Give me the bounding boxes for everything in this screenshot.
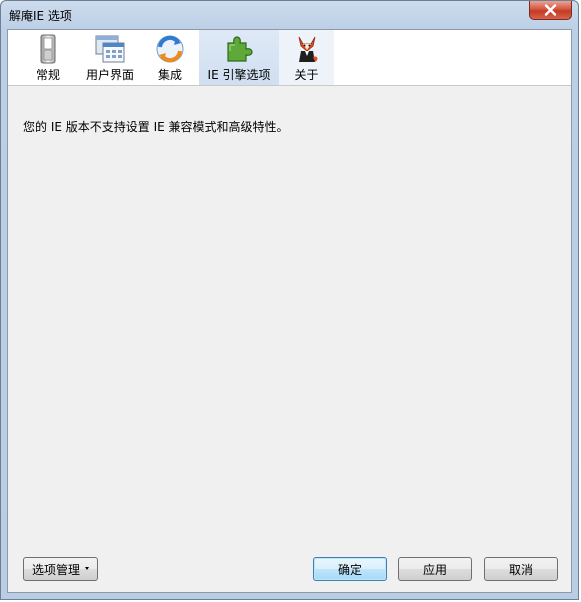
tab-user-interface[interactable]: 用户界面 <box>80 30 140 85</box>
cancel-button[interactable]: 取消 <box>484 557 558 581</box>
puzzle-icon <box>227 36 253 62</box>
sync-icon <box>156 35 184 63</box>
tab-about-label: 关于 <box>294 68 319 82</box>
close-button[interactable] <box>529 1 572 20</box>
options-manage-label: 选项管理 <box>31 562 80 577</box>
tab-general-label: 常规 <box>35 68 60 82</box>
tab-integration[interactable]: 集成 <box>145 30 195 85</box>
switch-icon <box>40 34 56 64</box>
ok-button[interactable]: 确定 <box>313 557 387 581</box>
tab-ie-engine-options-label: IE 引擎选项 <box>207 68 271 82</box>
options-manage-button[interactable]: 选项管理 <box>23 557 98 581</box>
tab-toolbar: 常规 用户界面 集成 IE 引擎选项 关于 <box>8 30 571 86</box>
tab-ie-engine-options[interactable]: IE 引擎选项 <box>199 30 279 85</box>
cancel-label: 取消 <box>508 562 533 577</box>
tab-integration-label: 集成 <box>157 68 182 82</box>
fox-icon <box>298 36 317 62</box>
tab-about[interactable]: 关于 <box>279 30 334 85</box>
close-icon <box>544 4 557 16</box>
unsupported-message: 您的 IE 版本不支持设置 IE 兼容模式和高级特性。 <box>23 120 289 134</box>
options-dialog: 解庵IE 选项 常规 用户界面 集成 IE 引擎选项 关于 您的 IE 版本不支… <box>0 0 579 600</box>
dialog-client-area: 常规 用户界面 集成 IE 引擎选项 关于 您的 IE 版本不支持设置 IE 兼… <box>7 29 572 593</box>
tab-general[interactable]: 常规 <box>22 30 74 85</box>
tab-user-interface-label: 用户界面 <box>85 68 134 82</box>
apply-label: 应用 <box>422 562 447 577</box>
window-title: 解庵IE 选项 <box>9 9 72 23</box>
window-icon <box>95 35 125 63</box>
title-bar[interactable]: 解庵IE 选项 <box>1 1 578 28</box>
ok-label: 确定 <box>337 562 362 577</box>
dropdown-arrow-icon <box>85 566 89 570</box>
apply-button[interactable]: 应用 <box>398 557 472 581</box>
